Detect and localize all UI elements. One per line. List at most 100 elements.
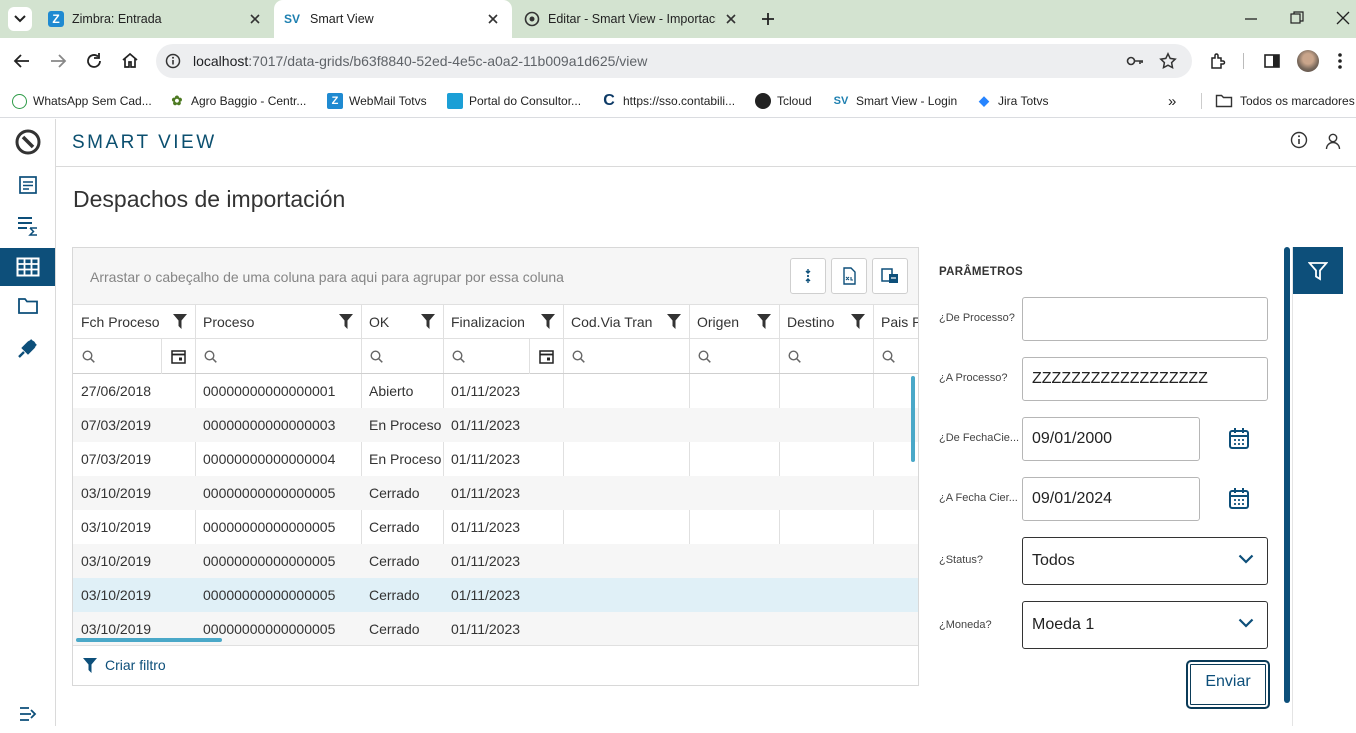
header-pais[interactable]: Pais P bbox=[873, 305, 918, 339]
header-fch-proceso[interactable]: Fch Proceso bbox=[73, 305, 195, 339]
table-row[interactable]: 07/03/2019 00000000000000004 En Proceso 01/… bbox=[73, 442, 918, 476]
minimize-icon[interactable] bbox=[1244, 12, 1258, 26]
filter-finalizacion[interactable] bbox=[443, 339, 563, 374]
table-row[interactable]: 27/06/2018 00000000000000001 Abierto 01/11/… bbox=[73, 374, 918, 408]
nav-reports[interactable] bbox=[0, 167, 55, 205]
header-cod-via-tran[interactable]: Cod.Via Tran bbox=[563, 305, 689, 339]
bookmark-jira[interactable]: ◆ Jira Totvs bbox=[976, 92, 1048, 110]
header-origen[interactable]: Origen bbox=[689, 305, 779, 339]
column-chooser-button[interactable] bbox=[790, 258, 826, 294]
filter-pais[interactable] bbox=[873, 339, 918, 374]
horizontal-scrollbar[interactable] bbox=[76, 638, 222, 642]
more-menu-icon[interactable] bbox=[1337, 51, 1343, 71]
table-row[interactable]: 03/10/2019 00000000000000005 Cerrado 01/11/… bbox=[73, 510, 918, 544]
calendar-icon[interactable] bbox=[1225, 485, 1253, 513]
bookmark-sso[interactable]: Chttps://sso.contabili... bbox=[601, 92, 735, 110]
address-bar[interactable]: localhost:7017/data-grids/b63f8840-52ed-… bbox=[156, 44, 1192, 78]
filter-icon[interactable] bbox=[173, 314, 187, 329]
header-destino[interactable]: Destino bbox=[779, 305, 873, 339]
bookmark-webmail[interactable]: Z WebMail Totvs bbox=[327, 92, 427, 110]
tab-zimbra[interactable]: Z Zimbra: Entrada bbox=[36, 0, 274, 38]
star-icon[interactable] bbox=[1159, 52, 1177, 70]
nav-collapse[interactable] bbox=[0, 695, 55, 733]
filter-cod-via-tran[interactable] bbox=[563, 339, 689, 374]
all-bookmarks-folder[interactable]: Todos os marcadores bbox=[1215, 92, 1355, 110]
de-processo-input[interactable] bbox=[1022, 297, 1268, 341]
close-icon[interactable] bbox=[484, 10, 502, 28]
close-icon[interactable] bbox=[246, 10, 264, 28]
status-select[interactable]: Todos bbox=[1022, 537, 1268, 585]
nav-data-grids[interactable] bbox=[0, 248, 55, 286]
home-icon[interactable] bbox=[121, 51, 139, 69]
panel-scrollbar[interactable] bbox=[1284, 247, 1290, 703]
filter-origen[interactable] bbox=[689, 339, 779, 374]
filter-icon[interactable] bbox=[667, 314, 681, 329]
back-icon[interactable] bbox=[13, 52, 31, 70]
page-title: Despachos de importación bbox=[73, 186, 346, 212]
nav-folders[interactable] bbox=[0, 287, 55, 325]
nav-analysis[interactable] bbox=[0, 207, 55, 245]
browser-tab-strip: Z Zimbra: Entrada SV Smart View Editar -… bbox=[0, 0, 1356, 38]
moneda-select[interactable]: Moeda 1 bbox=[1022, 601, 1268, 649]
table-row[interactable]: 03/10/2019 00000000000000005 Cerrado 01/11/… bbox=[73, 578, 918, 612]
vertical-scrollbar[interactable] bbox=[911, 376, 915, 462]
header-finalizacion[interactable]: Finalizacion bbox=[443, 305, 563, 339]
bookmarks-overflow[interactable]: » bbox=[1168, 92, 1176, 110]
extensions-icon[interactable] bbox=[1209, 52, 1227, 70]
bookmark-agro-baggio[interactable]: ✿ Agro Baggio - Centr... bbox=[169, 92, 307, 110]
table-cell: 00000000000000005 bbox=[203, 519, 336, 535]
table-row[interactable]: 07/03/2019 00000000000000003 En Proceso 01/… bbox=[73, 408, 918, 442]
zimbra-icon: Z bbox=[48, 11, 64, 27]
date-picker-button[interactable] bbox=[529, 339, 563, 374]
close-icon[interactable] bbox=[722, 10, 740, 28]
header-ok[interactable]: OK bbox=[361, 305, 443, 339]
filter-ok[interactable] bbox=[361, 339, 443, 374]
c-icon: C bbox=[603, 92, 615, 109]
filter-icon[interactable] bbox=[541, 314, 555, 329]
calendar-icon[interactable] bbox=[1225, 425, 1253, 453]
nav-connections[interactable] bbox=[0, 329, 55, 367]
export-pdf-button[interactable] bbox=[872, 258, 908, 294]
profile-avatar[interactable] bbox=[1297, 50, 1319, 72]
bookmark-smart-view-login[interactable]: SV Smart View - Login bbox=[832, 92, 958, 110]
a-processo-input[interactable]: ZZZZZZZZZZZZZZZZZZ bbox=[1022, 357, 1268, 401]
toggle-filters-button[interactable] bbox=[1293, 247, 1343, 294]
send-button[interactable]: Enviar bbox=[1186, 660, 1270, 709]
reload-icon[interactable] bbox=[85, 52, 103, 70]
info-icon[interactable] bbox=[1290, 131, 1308, 149]
tab-search-button[interactable] bbox=[8, 7, 32, 31]
bookmark-tcloud[interactable]: Tcloud bbox=[755, 92, 812, 110]
date-picker-button[interactable] bbox=[161, 339, 195, 374]
filter-proceso[interactable] bbox=[195, 339, 361, 374]
create-filter-link[interactable]: Criar filtro bbox=[83, 657, 166, 673]
bookmark-whatsapp[interactable]: WhatsApp Sem Cad... bbox=[12, 92, 152, 110]
filter-icon[interactable] bbox=[339, 314, 353, 329]
tab-editar[interactable]: Editar - Smart View - Importació bbox=[512, 0, 750, 38]
filter-icon[interactable] bbox=[851, 314, 865, 329]
site-info-icon[interactable] bbox=[165, 53, 181, 69]
a-fecha-input[interactable]: 09/01/2024 bbox=[1022, 477, 1200, 521]
chevron-down-icon bbox=[1238, 554, 1254, 564]
table-row[interactable]: 03/10/2019 00000000000000005 Cerrado 01/11/… bbox=[73, 544, 918, 578]
filter-destino[interactable] bbox=[779, 339, 873, 374]
table-row[interactable]: 03/10/2019 00000000000000005 Cerrado 01/11/… bbox=[73, 476, 918, 510]
filter-icon[interactable] bbox=[421, 314, 435, 329]
new-tab-icon[interactable] bbox=[759, 10, 777, 28]
forward-icon[interactable] bbox=[49, 52, 67, 70]
user-icon[interactable] bbox=[1324, 132, 1342, 150]
restore-icon[interactable] bbox=[1290, 11, 1304, 25]
close-window-icon[interactable] bbox=[1336, 11, 1350, 25]
group-panel[interactable]: Arrastar o cabeçalho de uma coluna para … bbox=[73, 248, 918, 305]
header-proceso[interactable]: Proceso bbox=[195, 305, 361, 339]
app-logo[interactable] bbox=[0, 123, 55, 161]
table-cell bbox=[563, 578, 689, 612]
grid-body[interactable]: 27/06/2018 00000000000000001 Abierto 01/11/… bbox=[73, 374, 918, 646]
export-xlsx-button[interactable] bbox=[831, 258, 867, 294]
tab-smart-view[interactable]: SV Smart View bbox=[274, 0, 512, 38]
key-icon[interactable] bbox=[1126, 53, 1144, 69]
side-panel-icon[interactable] bbox=[1263, 52, 1281, 70]
filter-icon[interactable] bbox=[757, 314, 771, 329]
bookmark-portal-consultor[interactable]: Portal do Consultor... bbox=[447, 92, 581, 110]
de-fecha-input[interactable]: 09/01/2000 bbox=[1022, 417, 1200, 461]
filter-fch-proceso[interactable] bbox=[73, 339, 195, 374]
